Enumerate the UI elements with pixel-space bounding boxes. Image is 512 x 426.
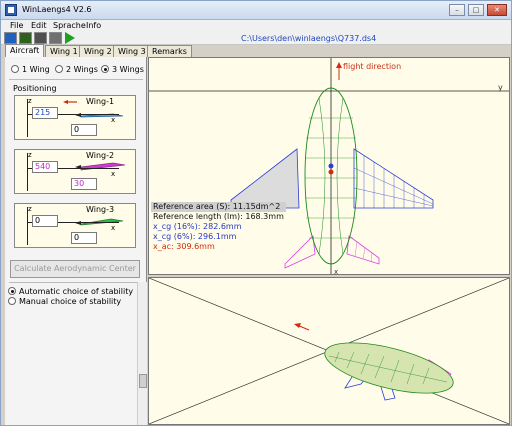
wing-1-z-input[interactable]: 0 bbox=[71, 124, 97, 136]
title-bar: WinLaengs4 V2.6 – □ ✕ bbox=[1, 1, 511, 20]
radio-button-selected-icon bbox=[101, 65, 109, 73]
divider bbox=[9, 282, 143, 283]
cg-marker bbox=[328, 163, 334, 169]
wing-2-name: Wing-2 bbox=[86, 151, 115, 160]
wing-3-x-input[interactable]: 0 bbox=[32, 215, 58, 227]
minimize-button[interactable]: – bbox=[449, 4, 465, 16]
y-axis-label: y bbox=[498, 83, 503, 92]
x-cg-16: x_cg (16%): 282.6mm bbox=[153, 222, 242, 231]
right-tail-mesh bbox=[346, 235, 380, 265]
x-axis-label: x bbox=[334, 268, 339, 275]
wing-2-x-input[interactable]: 540 bbox=[32, 161, 58, 173]
right-wing-mesh bbox=[353, 148, 434, 209]
tab-wing-1[interactable]: Wing 1 bbox=[45, 45, 83, 57]
z-axis-label: z bbox=[28, 97, 32, 105]
tab-wing-2[interactable]: Wing 2 bbox=[79, 45, 117, 57]
z-axis-label: z bbox=[28, 205, 32, 213]
vertical-scrollbar[interactable] bbox=[137, 282, 147, 425]
wing-1-x-input[interactable]: 215 bbox=[32, 107, 58, 119]
wing-1-positioning: z x Wing-1 215 0 bbox=[14, 95, 136, 140]
ac-marker bbox=[328, 169, 334, 175]
tab-aircraft[interactable]: Aircraft bbox=[5, 44, 45, 57]
maximize-button[interactable]: □ bbox=[468, 4, 484, 16]
top-view-panel: flight direction y x Reference area (S):… bbox=[148, 57, 510, 275]
tab-remarks[interactable]: Remarks bbox=[147, 45, 192, 57]
window-title: WinLaengs4 V2.6 bbox=[22, 5, 92, 14]
results-box: Reference area (S): 11.15dm^2 Reference … bbox=[151, 202, 286, 252]
radio-button-selected-icon bbox=[8, 287, 16, 295]
radio-2-wings[interactable]: 2 Wings bbox=[55, 65, 98, 74]
flight-direction-label: flight direction bbox=[343, 62, 402, 71]
aircraft-settings-panel: 1 Wing 2 Wings 3 Wings Positioning z x W… bbox=[5, 57, 147, 425]
toolbar: C:\Users\den\winlaengs\Q737.ds4 bbox=[1, 31, 511, 45]
divider bbox=[9, 79, 143, 80]
x-cg-6: x_cg (6%): 296.1mm bbox=[153, 232, 237, 241]
menu-sprache[interactable]: Sprache bbox=[53, 21, 86, 30]
x-axis-label: x bbox=[111, 116, 116, 124]
menu-info[interactable]: Info bbox=[86, 21, 101, 30]
radio-1-wing[interactable]: 1 Wing bbox=[11, 65, 50, 74]
menu-bar: File Edit Sprache Info bbox=[1, 20, 511, 31]
radio-button-icon bbox=[11, 65, 19, 73]
radio-3-wings[interactable]: 3 Wings bbox=[101, 65, 144, 74]
reference-area: Reference area (S): 11.15dm^2 bbox=[151, 202, 286, 212]
perspective-view-panel bbox=[148, 277, 510, 425]
x-ac: x_ac: 309.6mm bbox=[153, 242, 215, 251]
save-icon[interactable] bbox=[34, 32, 47, 44]
wing-3-z-input[interactable]: 0 bbox=[71, 232, 97, 244]
flight-direction-arrowhead bbox=[294, 323, 301, 328]
left-wing bbox=[230, 148, 300, 209]
tab-wing-3[interactable]: Wing 3 bbox=[113, 45, 151, 57]
reference-length: Reference length (lm): 168.3mm bbox=[153, 212, 284, 221]
left-tail bbox=[284, 235, 316, 269]
fuselage-mesh bbox=[324, 342, 454, 394]
flight-direction-arrowhead bbox=[336, 62, 342, 68]
wing-3-name: Wing-3 bbox=[86, 205, 115, 214]
wing-1-name: Wing-1 bbox=[86, 97, 115, 106]
menu-edit[interactable]: Edit bbox=[31, 21, 47, 30]
radio-manual-stability[interactable]: Manual choice of stability bbox=[8, 297, 121, 306]
wing-2-positioning: z x Wing-2 540 30 bbox=[14, 149, 136, 194]
open-folder-icon[interactable] bbox=[4, 32, 17, 44]
print-icon[interactable] bbox=[49, 32, 62, 44]
x-axis-label: x bbox=[111, 170, 116, 178]
perspective-view-drawing bbox=[149, 278, 509, 424]
wing-2-z-input[interactable]: 30 bbox=[71, 178, 97, 190]
wing-3-positioning: z x Wing-3 0 0 bbox=[14, 203, 136, 248]
run-icon[interactable] bbox=[65, 32, 75, 44]
positioning-label: Positioning bbox=[13, 84, 57, 93]
x-axis-label: x bbox=[111, 224, 116, 232]
radio-button-icon bbox=[55, 65, 63, 73]
radio-button-icon bbox=[8, 297, 16, 305]
wing-count-group: 1 Wing 2 Wings 3 Wings bbox=[11, 65, 144, 75]
radio-automatic-stability[interactable]: Automatic choice of stability bbox=[8, 287, 133, 296]
scrollbar-thumb[interactable] bbox=[139, 374, 147, 388]
app-icon bbox=[5, 4, 17, 16]
app-window: WinLaengs4 V2.6 – □ ✕ File Edit Sprache … bbox=[0, 0, 512, 426]
menu-file[interactable]: File bbox=[10, 21, 23, 30]
open-icon[interactable] bbox=[19, 32, 32, 44]
file-path: C:\Users\den\winlaengs\Q737.ds4 bbox=[241, 34, 377, 43]
z-axis-label: z bbox=[28, 151, 32, 159]
calculate-aerodynamic-center-button[interactable]: Calculate Aerodynamic Center bbox=[10, 260, 140, 278]
close-button[interactable]: ✕ bbox=[487, 4, 507, 16]
